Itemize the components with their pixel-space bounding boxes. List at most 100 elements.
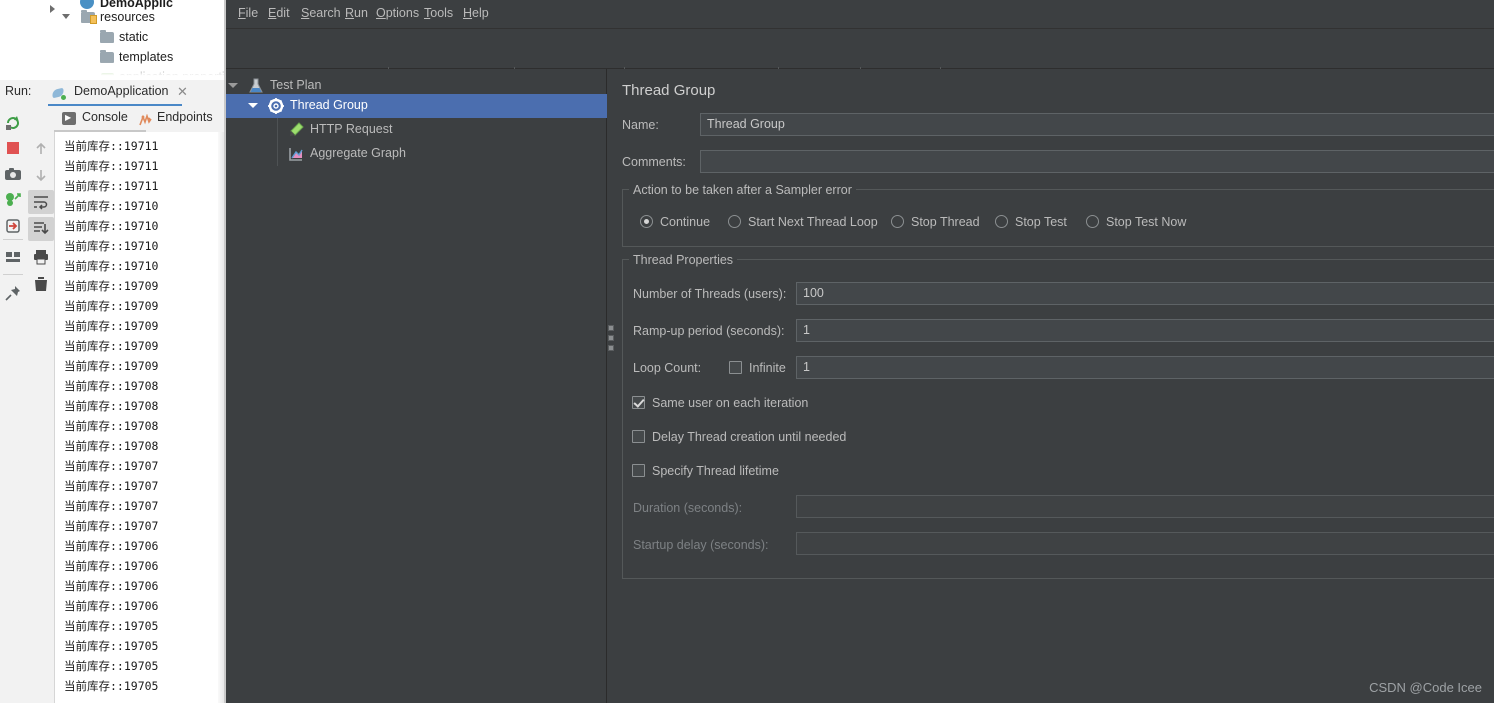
close-icon[interactable]: ✕ — [176, 85, 189, 98]
loop-count-label: Loop Count: — [633, 361, 702, 375]
stop-icon[interactable] — [4, 139, 22, 157]
number-of-threads-value: 100 — [803, 286, 824, 300]
scroll-up-icon[interactable] — [32, 140, 50, 158]
radio-label-stop-test-now[interactable]: Stop Test Now — [1106, 215, 1186, 229]
ramp-up-period-label: Ramp-up period (seconds): — [633, 324, 785, 338]
console-attach-icon[interactable] — [4, 217, 22, 235]
run-config-tab-demoapplication[interactable]: DemoApplication — [74, 84, 169, 98]
duration-label: Duration (seconds): — [633, 501, 743, 515]
camera-icon[interactable] — [4, 165, 22, 183]
menu-file[interactable]: File — [238, 6, 258, 20]
splitter-grip-dot[interactable] — [608, 335, 614, 341]
delay-thread-creation-label[interactable]: Delay Thread creation until needed — [652, 430, 846, 444]
console-line: 当前库存::19709 — [64, 319, 159, 333]
thread-group-panel: Thread Group Name: Thread Group Comments… — [615, 69, 1494, 703]
tree-row-aggregate-graph[interactable]: Aggregate Graph — [226, 142, 607, 166]
java-class-icon — [80, 0, 94, 9]
tool-bar[interactable]: STOP ? — [226, 29, 1494, 94]
specify-thread-lifetime-checkbox[interactable] — [632, 464, 645, 477]
run-window-left-toolbar[interactable] — [0, 106, 26, 703]
menu-run[interactable]: Run — [345, 6, 368, 20]
console-line: 当前库存::19709 — [64, 339, 159, 353]
radio-stop-test-now[interactable] — [1086, 215, 1099, 228]
console-line: 当前库存::19706 — [64, 599, 159, 613]
radio-label-start-next-thread-loop[interactable]: Start Next Thread Loop — [748, 215, 878, 229]
menu-search[interactable]: Search — [301, 6, 341, 20]
menu-options[interactable]: Options — [376, 6, 419, 20]
project-tree-panel[interactable]: DemoApplic resources static templates ap… — [0, 0, 226, 80]
ramp-up-period-input[interactable]: 1 — [796, 319, 1494, 342]
test-plan-icon — [248, 78, 264, 94]
infinite-checkbox[interactable] — [729, 361, 742, 374]
same-user-checkbox[interactable] — [632, 396, 645, 409]
radio-continue[interactable] — [640, 215, 653, 228]
tree-row-thread-group[interactable]: Thread Group — [226, 94, 607, 118]
layout-icon[interactable] — [4, 248, 22, 266]
tab-console[interactable]: Console — [82, 110, 128, 124]
scroll-to-end-icon[interactable] — [32, 220, 50, 238]
console-output[interactable]: 当前库存::19711 当前库存::19711 当前库存::19711 当前库存::1… — [55, 132, 226, 703]
splitter-grip-dot[interactable] — [608, 345, 614, 351]
run-window-label: Run: — [5, 84, 32, 98]
console-line: 当前库存::19710 — [64, 239, 159, 253]
chevron-down-icon[interactable] — [62, 12, 71, 21]
loop-count-input[interactable]: 1 — [796, 356, 1494, 379]
soft-wrap-icon[interactable] — [32, 193, 50, 211]
project-tree-label-static: static — [119, 30, 149, 44]
console-icon — [62, 111, 76, 125]
console-line: 当前库存::19707 — [64, 519, 159, 533]
pin-icon[interactable] — [4, 284, 22, 302]
tree-row-http-request[interactable]: HTTP Request — [226, 118, 607, 142]
run-window-subtabs[interactable]: Console Endpoints — [26, 106, 226, 132]
splitter-grip-dot[interactable] — [608, 325, 614, 331]
menu-tools[interactable]: Tools — [424, 6, 453, 20]
menu-help[interactable]: Help — [463, 6, 489, 20]
delay-thread-creation-checkbox[interactable] — [632, 430, 645, 443]
console-line: 当前库存::19705 — [64, 619, 159, 633]
name-input-value: Thread Group — [707, 117, 785, 131]
console-line: 当前库存::19708 — [64, 419, 159, 433]
radio-stop-test[interactable] — [995, 215, 1008, 228]
console-line: 当前库存::19708 — [64, 439, 159, 453]
watermark: CSDN @Code Icee — [1369, 680, 1482, 695]
menu-edit[interactable]: Edit — [268, 6, 290, 20]
thread-dump-icon[interactable] — [4, 191, 22, 209]
same-user-label[interactable]: Same user on each iteration — [652, 396, 808, 410]
scroll-down-icon[interactable] — [32, 166, 50, 184]
test-plan-tree[interactable]: Test Plan Thread Group HTTP Request Aggr… — [226, 69, 607, 703]
rerun-icon[interactable] — [4, 114, 22, 132]
comments-input[interactable] — [700, 150, 1494, 173]
clear-all-icon[interactable] — [32, 275, 50, 293]
console-line: 当前库存::19711 — [64, 179, 159, 193]
folder-icon — [100, 30, 114, 43]
radio-start-next-thread-loop[interactable] — [728, 215, 741, 228]
print-icon[interactable] — [32, 248, 50, 266]
console-line: 当前库存::19711 — [64, 159, 159, 173]
jmeter-window: File Edit Search Run Options Tools Help — [226, 0, 1494, 703]
chevron-down-icon[interactable] — [248, 101, 258, 111]
radio-label-stop-thread[interactable]: Stop Thread — [911, 215, 980, 229]
tree-fade-overlay — [0, 62, 226, 80]
console-line: 当前库存::19708 — [64, 399, 159, 413]
infinite-label[interactable]: Infinite — [749, 361, 786, 375]
console-toolbar[interactable] — [26, 132, 55, 703]
console-line: 当前库存::19710 — [64, 219, 159, 233]
radio-stop-thread[interactable] — [891, 215, 904, 228]
radio-label-stop-test[interactable]: Stop Test — [1015, 215, 1067, 229]
startup-delay-label: Startup delay (seconds): — [633, 538, 769, 552]
name-input[interactable]: Thread Group — [700, 113, 1494, 136]
chevron-right-icon[interactable] — [48, 4, 57, 13]
console-line: 当前库存::19707 — [64, 499, 159, 513]
menu-bar[interactable]: File Edit Search Run Options Tools Help — [226, 0, 1494, 29]
panel-splitter[interactable] — [607, 69, 615, 703]
console-line: 当前库存::19710 — [64, 259, 159, 273]
console-line: 当前库存::19705 — [64, 639, 159, 653]
specify-thread-lifetime-label[interactable]: Specify Thread lifetime — [652, 464, 779, 478]
intellij-idea-window: DemoApplic resources static templates ap… — [0, 0, 226, 703]
chevron-down-icon[interactable] — [228, 81, 238, 91]
aggregate-graph-icon — [288, 146, 304, 162]
tree-label-test-plan: Test Plan — [270, 78, 322, 92]
tab-endpoints[interactable]: Endpoints — [157, 110, 213, 124]
radio-label-continue[interactable]: Continue — [660, 215, 710, 229]
number-of-threads-input[interactable]: 100 — [796, 282, 1494, 305]
